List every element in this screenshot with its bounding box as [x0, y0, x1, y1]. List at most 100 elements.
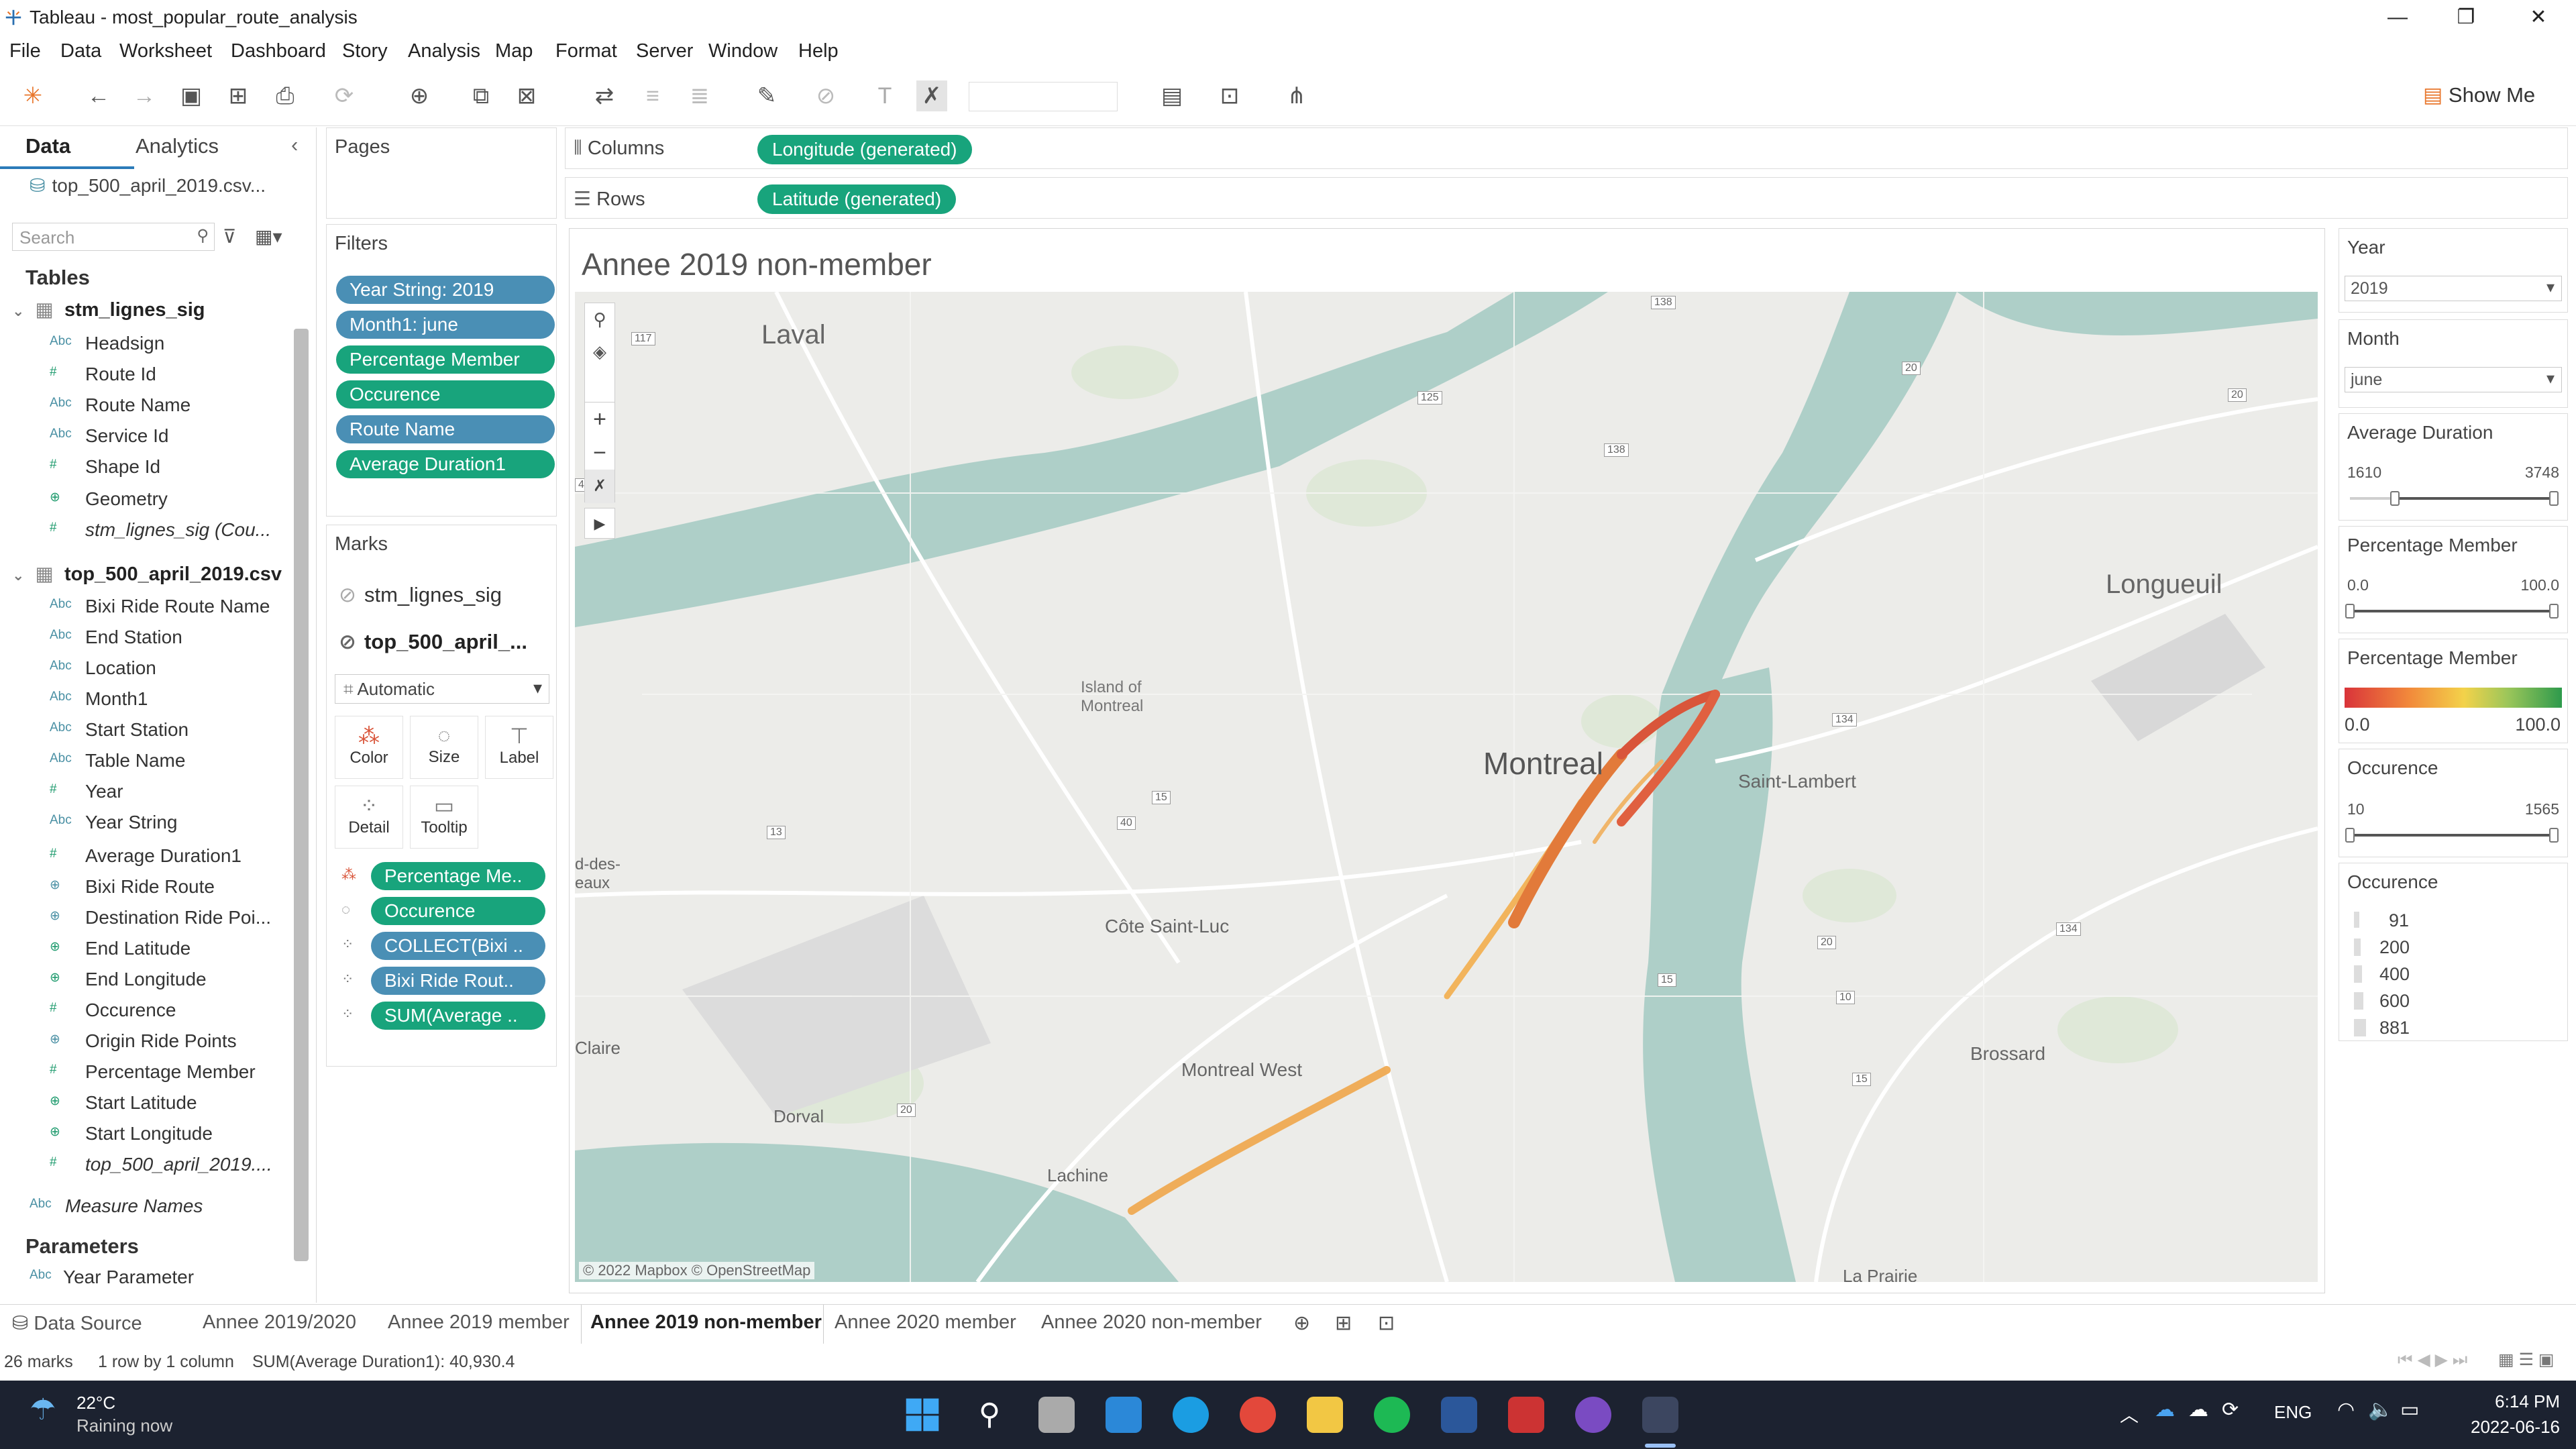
field-destination-ride-points[interactable]: ⊕ Destination Ride Poi...: [0, 904, 295, 934]
menu-server[interactable]: Server: [636, 40, 693, 62]
field-year-string[interactable]: Abc Year String: [0, 809, 295, 839]
filter-percentage-member[interactable]: Percentage Member: [336, 345, 555, 374]
collapse-pane-icon[interactable]: ‹: [291, 133, 298, 157]
range-slider-max-handle[interactable]: [2549, 604, 2559, 619]
group-members-icon[interactable]: ⊘: [810, 80, 841, 111]
menu-window[interactable]: Window: [708, 40, 777, 62]
marks-pill-occurence[interactable]: Occurence: [371, 897, 545, 925]
sheet-tab-2019-2020[interactable]: Annee 2019/2020: [203, 1311, 356, 1334]
clock-time[interactable]: 6:14 PM: [2486, 1391, 2560, 1412]
undo-icon[interactable]: ←: [83, 80, 114, 111]
pages-shelf[interactable]: Pages: [326, 127, 557, 219]
tab-data[interactable]: Data: [25, 134, 70, 158]
search-box[interactable]: Search ⚲: [12, 223, 215, 251]
menu-format[interactable]: Format: [555, 40, 617, 62]
minimize-button[interactable]: —: [2371, 3, 2424, 32]
mail-icon[interactable]: [1106, 1397, 1142, 1433]
pause-updates-icon[interactable]: ⎙: [270, 80, 301, 111]
filter-route-name[interactable]: Route Name: [336, 415, 555, 443]
map-canvas[interactable]: Laval Longueuil Montreal Saint-Lambert I…: [575, 292, 2318, 1282]
field-origin-ride-points[interactable]: ⊕ Origin Ride Points: [0, 1028, 295, 1057]
field-occurence[interactable]: # Occurence: [0, 997, 295, 1026]
zoom-out-icon[interactable]: −: [585, 436, 614, 470]
show-cards-icon[interactable]: ▤: [1157, 80, 1187, 111]
field-route-name[interactable]: Abc Route Name: [0, 392, 295, 421]
menu-worksheet[interactable]: Worksheet: [119, 40, 212, 62]
field-table-name[interactable]: Abc Table Name: [0, 747, 295, 777]
filter-fields-icon[interactable]: ⊽: [223, 225, 237, 248]
route-line[interactable]: [1128, 1066, 1391, 1215]
map-search-icon[interactable]: ⚲: [585, 303, 614, 335]
menu-story[interactable]: Story: [342, 40, 388, 62]
fit-dropdown[interactable]: [969, 82, 1118, 111]
field-headsign[interactable]: Abc Headsign: [0, 330, 295, 360]
sheet-tab-2019-member[interactable]: Annee 2019 member: [388, 1311, 570, 1334]
field-shape-id[interactable]: # Shape Id: [0, 453, 295, 483]
spotify-icon[interactable]: [1374, 1397, 1410, 1433]
search-icon[interactable]: ⚲: [971, 1397, 1008, 1433]
sort-ascending-icon[interactable]: ≡: [637, 80, 668, 111]
menu-map[interactable]: Map: [495, 40, 533, 62]
size-button[interactable]: ◌ Size: [410, 716, 478, 779]
onedrive-icon[interactable]: ☁: [2155, 1398, 2175, 1421]
sheet-tab-2020-member[interactable]: Annee 2020 member: [835, 1311, 1016, 1334]
label-button[interactable]: ⊤ Label: [485, 716, 553, 779]
field-service-id[interactable]: Abc Service Id: [0, 423, 295, 452]
tooltip-button[interactable]: ▭ Tooltip: [410, 786, 478, 849]
field-location[interactable]: Abc Location: [0, 655, 295, 684]
map-attribution[interactable]: © 2022 Mapbox © OpenStreetMap: [579, 1262, 815, 1279]
field-bixi-ride-route-name[interactable]: Abc Bixi Ride Route Name: [0, 593, 295, 623]
redo-icon[interactable]: →: [129, 80, 160, 111]
sheet-sorter-icon[interactable]: ▦ ☰ ▣: [2498, 1350, 2555, 1370]
expand-toolbar-icon[interactable]: ▶: [584, 508, 615, 539]
marks-pill-collect[interactable]: COLLECT(Bixi ..: [371, 932, 545, 960]
file-explorer-icon[interactable]: [1307, 1397, 1343, 1433]
field-start-station[interactable]: Abc Start Station: [0, 716, 295, 746]
field-end-latitude[interactable]: ⊕ End Latitude: [0, 935, 295, 965]
filter-occurence[interactable]: Occurence: [336, 380, 555, 409]
year-dropdown[interactable]: 2019 ▾: [2345, 276, 2562, 301]
marks-layer-top500[interactable]: ⊘ top_500_april_...: [339, 630, 527, 654]
filter-average-duration[interactable]: Average Duration1: [336, 450, 555, 478]
unpin-map-icon[interactable]: ✗: [585, 470, 614, 503]
presentation-mode-icon[interactable]: ⊡: [1214, 80, 1245, 111]
color-button[interactable]: ⁂ Color: [335, 716, 403, 779]
zoom-in-icon[interactable]: +: [585, 402, 614, 436]
field-year[interactable]: # Year: [0, 778, 295, 808]
field-stm-count[interactable]: # stm_lignes_sig (Cou...: [0, 517, 295, 546]
sheet-tab-2020-non-member[interactable]: Annee 2020 non-member: [1041, 1311, 1262, 1334]
new-dashboard-icon[interactable]: ⊞: [1335, 1311, 1352, 1335]
field-route-id[interactable]: # Route Id: [0, 361, 295, 390]
fix-axes-icon[interactable]: ✗: [916, 80, 947, 111]
new-worksheet-icon[interactable]: ⊕: [404, 80, 435, 111]
field-end-station[interactable]: Abc End Station: [0, 624, 295, 653]
save-icon[interactable]: ▣: [176, 80, 207, 111]
parameter-year[interactable]: Abc Year Parameter: [0, 1264, 275, 1293]
range-slider-min-handle[interactable]: [2345, 604, 2355, 619]
data-source-tab[interactable]: ⛁ Data Source: [12, 1311, 142, 1335]
field-bixi-ride-route[interactable]: ⊕ Bixi Ride Route: [0, 873, 295, 903]
filters-shelf[interactable]: Filters Year String: 2019 Month1: june P…: [326, 224, 557, 517]
mark-type-dropdown[interactable]: ⌗ Automatic ▾: [335, 674, 549, 704]
battery-icon[interactable]: ▭: [2400, 1398, 2419, 1421]
show-me-button[interactable]: ▤ Show Me: [2423, 83, 2535, 107]
sort-descending-icon[interactable]: ≣: [684, 80, 715, 111]
show-labels-icon[interactable]: T: [869, 80, 900, 111]
field-geometry[interactable]: ⊕ Geometry: [0, 486, 295, 515]
table-top-500[interactable]: ⌄ ▦ top_500_april_2019.csv: [12, 562, 282, 586]
detail-button[interactable]: ⁘ Detail: [335, 786, 403, 849]
new-datasource-icon[interactable]: ⊞: [223, 80, 254, 111]
marks-pill-percentage-member[interactable]: Percentage Me..: [371, 862, 545, 890]
tableau-home-icon[interactable]: ✳: [17, 80, 48, 111]
filter-year-string[interactable]: Year String: 2019: [336, 276, 555, 304]
range-slider-max-handle[interactable]: [2549, 491, 2559, 506]
field-percentage-member[interactable]: # Percentage Member: [0, 1059, 295, 1088]
field-top-500-count[interactable]: # top_500_april_2019....: [0, 1151, 295, 1181]
field-start-longitude[interactable]: ⊕ Start Longitude: [0, 1120, 295, 1150]
weather-text[interactable]: Raining now: [76, 1415, 172, 1436]
range-slider-max-handle[interactable]: [2549, 828, 2559, 843]
highlight-icon[interactable]: ✎: [751, 80, 782, 111]
chrome-icon[interactable]: [1240, 1397, 1276, 1433]
menu-dashboard[interactable]: Dashboard: [231, 40, 326, 62]
language-indicator[interactable]: ENG: [2274, 1402, 2312, 1423]
